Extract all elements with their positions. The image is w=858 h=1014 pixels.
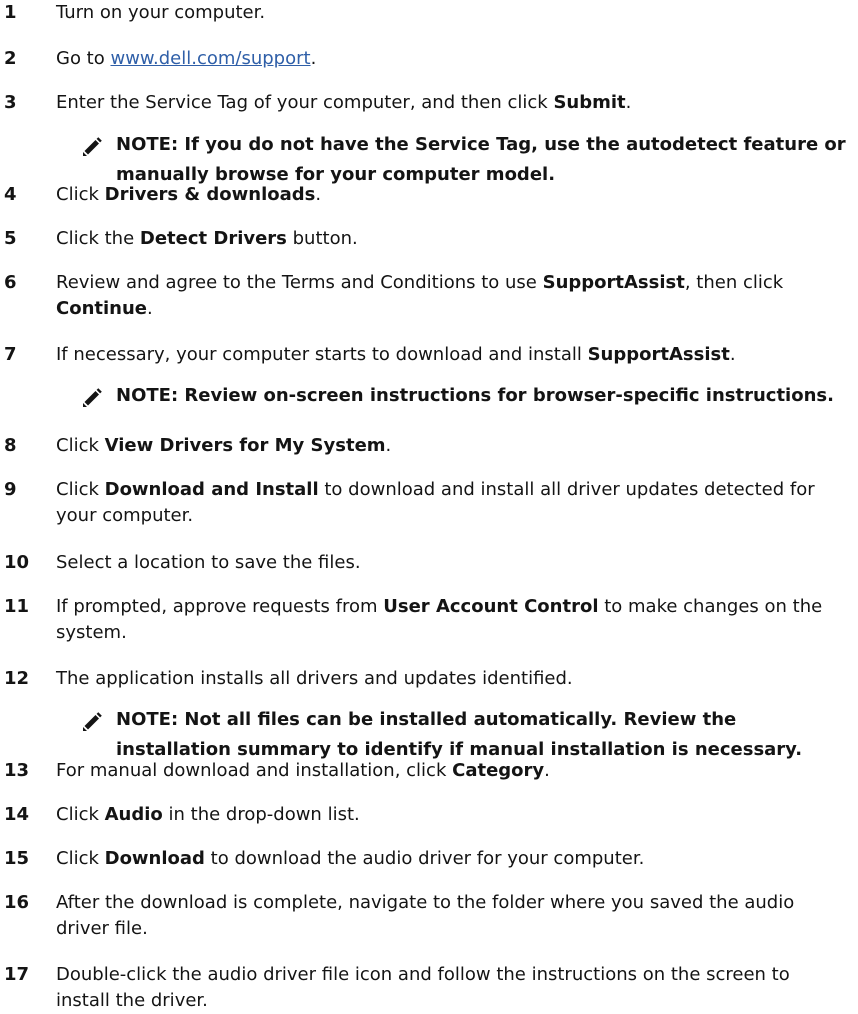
- step-number: 4: [4, 184, 17, 205]
- step-number: 11: [4, 596, 30, 617]
- step-text-segment: After the download is complete, navigate…: [56, 892, 795, 939]
- step-text: Click Drivers & downloads.: [56, 182, 846, 208]
- step-text: For manual download and installation, cl…: [56, 758, 846, 784]
- step-text: Select a location to save the files.: [56, 550, 846, 576]
- step-text-segment: Turn on your computer.: [56, 2, 266, 23]
- step-number: 1: [4, 2, 17, 23]
- step-text-emphasis: Audio: [104, 804, 163, 825]
- step-text-emphasis: Drivers & downloads: [104, 184, 316, 205]
- step-number: 17: [4, 964, 30, 985]
- step-text: If necessary, your computer starts to do…: [56, 342, 846, 368]
- step-number: 8: [4, 435, 17, 456]
- step-text-segment: .: [147, 298, 153, 319]
- note-pencil-icon: [82, 388, 102, 408]
- step-text-emphasis: Submit: [553, 92, 626, 113]
- step-text-segment: Click: [56, 435, 105, 456]
- step-text-segment: button.: [286, 228, 358, 249]
- step-text-segment: Select a location to save the files.: [56, 552, 361, 573]
- step-text-emphasis: Download: [104, 848, 205, 869]
- step-text-segment: If prompted, approve requests from: [56, 596, 384, 617]
- note-text: NOTE: Not all files can be installed aut…: [116, 709, 803, 760]
- step-number: 14: [4, 804, 30, 825]
- step-text: After the download is complete, navigate…: [56, 890, 846, 942]
- step-text-segment: .: [315, 184, 322, 205]
- step-text-emphasis: Category: [452, 760, 545, 781]
- step-text-segment: , then click: [684, 272, 784, 293]
- step-number: 16: [4, 892, 30, 913]
- note-text: NOTE: If you do not have the Service Tag…: [116, 134, 846, 185]
- step-text-segment: in the drop-down list.: [162, 804, 360, 825]
- step-text: Click Audio in the drop-down list.: [56, 802, 846, 828]
- step-text-segment: Click: [56, 184, 105, 205]
- step-text-emphasis: SupportAssist: [542, 272, 685, 293]
- step-text-segment: .: [310, 48, 317, 69]
- note-pencil-icon: [82, 137, 102, 157]
- step-text-segment: .: [729, 344, 736, 365]
- step-text-segment: .: [544, 760, 550, 781]
- step-text-segment: Enter the Service Tag of your computer, …: [56, 92, 554, 113]
- step-number: 7: [4, 344, 17, 365]
- step-text-segment: Click: [56, 479, 105, 500]
- step-number: 10: [4, 552, 30, 573]
- step-text-emphasis: Download and Install: [104, 479, 319, 500]
- step-text-emphasis: User Account Control: [383, 596, 599, 617]
- note-text: NOTE: Review on-screen instructions for …: [116, 385, 834, 406]
- step-text-segment: The application installs all drivers and…: [56, 668, 573, 689]
- step-text: Review and agree to the Terms and Condit…: [56, 270, 846, 322]
- step-text: If prompted, approve requests from User …: [56, 594, 846, 646]
- step-number: 12: [4, 668, 30, 689]
- step-text-segment: Double-click the audio driver file icon …: [56, 964, 790, 1011]
- step-text-segment: For manual download and installation, cl…: [56, 760, 453, 781]
- step-text-segment: If necessary, your computer starts to do…: [56, 344, 588, 365]
- step-text-emphasis: Continue: [56, 298, 148, 319]
- step-number: 5: [4, 228, 17, 249]
- step-text: Go to www.dell.com/support.: [56, 46, 846, 72]
- step-text: The application installs all drivers and…: [56, 666, 846, 692]
- step-text: Click Download to download the audio dri…: [56, 846, 846, 872]
- step-text-emphasis: View Drivers for My System: [104, 435, 386, 456]
- step-text: Click the Detect Drivers button.: [56, 226, 846, 252]
- step-number: 2: [4, 48, 17, 69]
- step-text-segment: to download the audio driver for your co…: [204, 848, 645, 869]
- step-number: 9: [4, 479, 17, 500]
- step-text-segment: .: [625, 92, 632, 113]
- step-text-emphasis: Detect Drivers: [139, 228, 287, 249]
- step-text: Enter the Service Tag of your computer, …: [56, 90, 846, 116]
- step-text: Turn on your computer.: [56, 0, 846, 26]
- support-link[interactable]: www.dell.com/support: [110, 48, 310, 69]
- instructions-document: 1 Turn on your computer. 2 Go to www.dell.c…: [0, 0, 858, 1011]
- step-text-segment: Click the: [56, 228, 140, 249]
- step-text-segment: Click: [56, 804, 105, 825]
- step-text: Click View Drivers for My System.: [56, 433, 846, 459]
- step-text: Click Download and Install to download a…: [56, 477, 846, 529]
- step-text-segment: Go to: [56, 48, 111, 69]
- step-text: Double-click the audio driver file icon …: [56, 962, 846, 1014]
- note-pencil-icon: [82, 712, 102, 732]
- step-text-emphasis: SupportAssist: [587, 344, 730, 365]
- step-number: 6: [4, 272, 17, 293]
- step-number: 15: [4, 848, 30, 869]
- step-text-segment: Click: [56, 848, 105, 869]
- step-text-segment: Review and agree to the Terms and Condit…: [56, 272, 543, 293]
- step-text-segment: .: [385, 435, 392, 456]
- step-number: 3: [4, 92, 17, 113]
- step-number: 13: [4, 760, 30, 781]
